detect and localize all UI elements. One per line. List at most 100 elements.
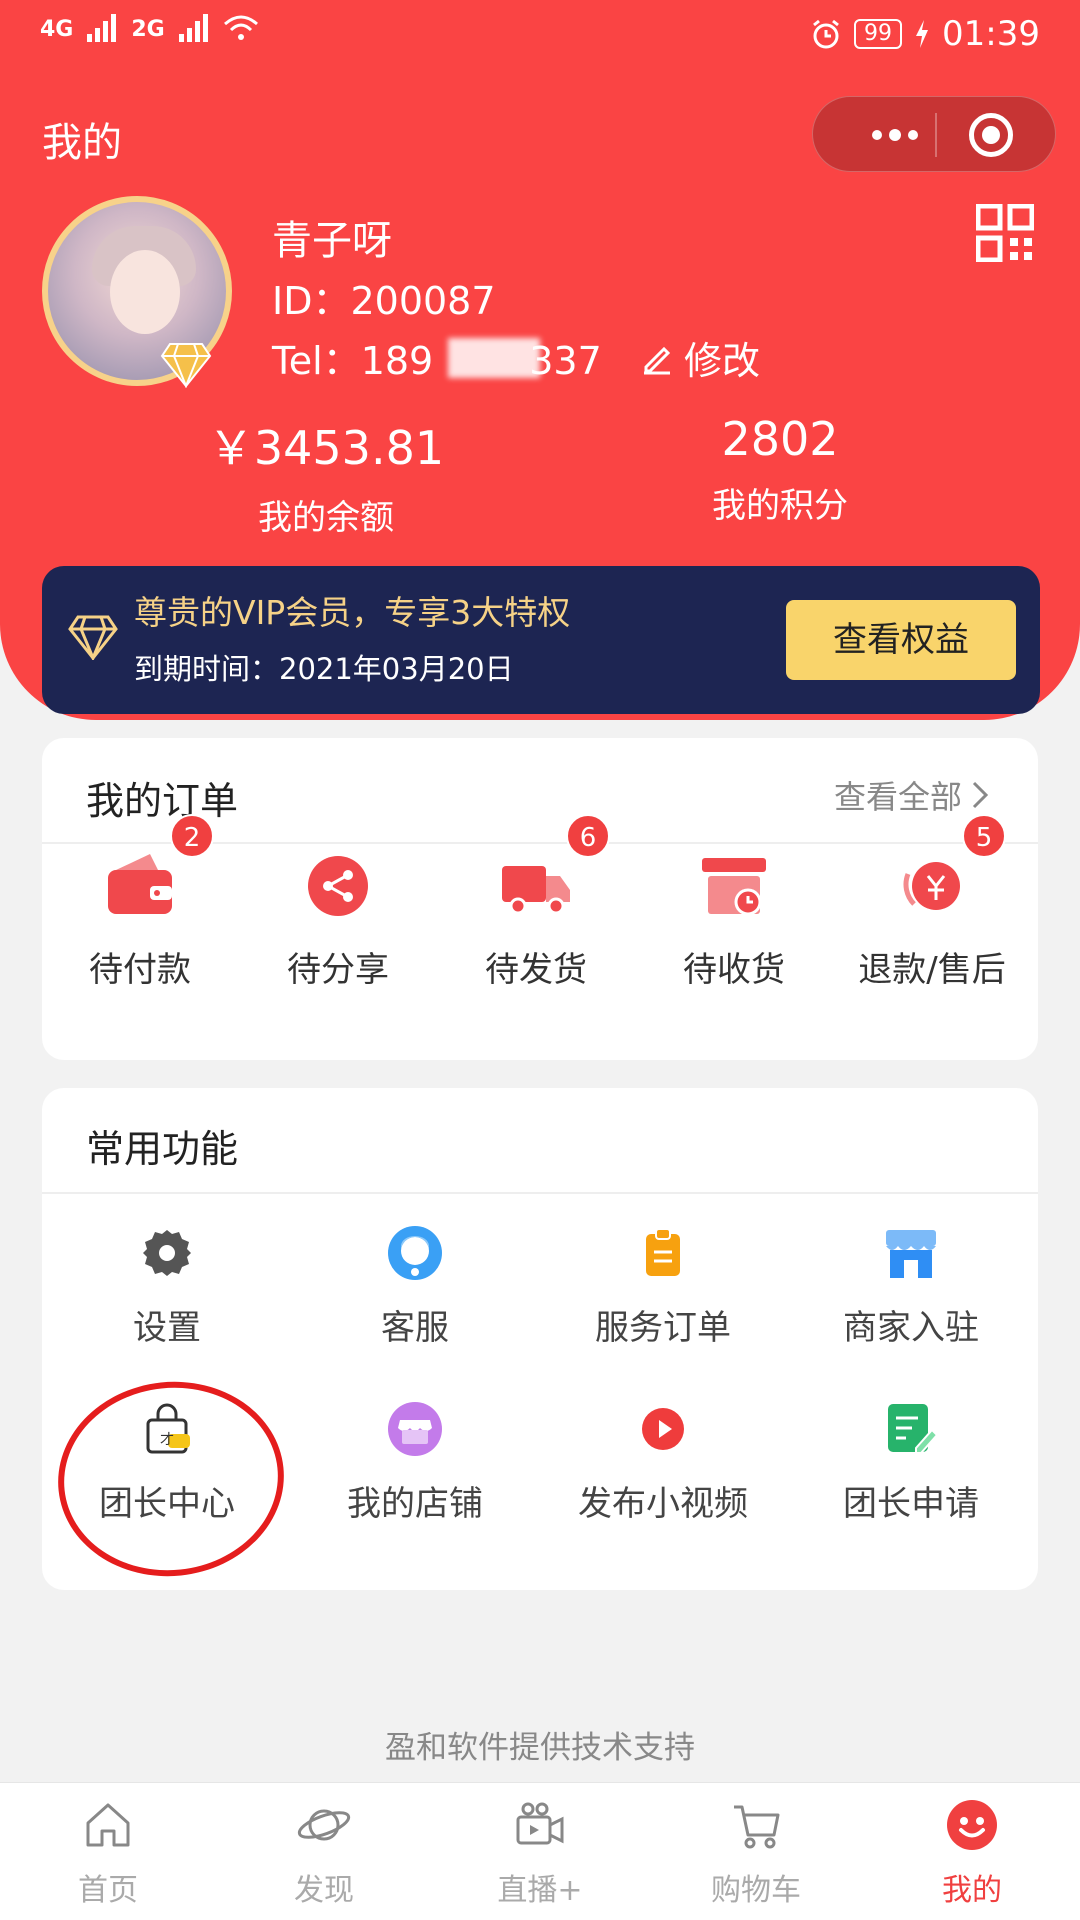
planet-icon	[297, 1809, 351, 1841]
pencil-icon	[644, 346, 671, 374]
profile-header: 4G 2G 99 01:39 我的 青子呀 ID：200087 Tel：189 3…	[0, 0, 1080, 720]
order-pending-shipment[interactable]: 6 待发货	[438, 814, 634, 991]
balance-stat[interactable]: ￥3453.81 我的余额	[96, 412, 556, 539]
tab-cart[interactable]: 购物车	[648, 1797, 864, 1909]
diamond-icon	[68, 615, 118, 660]
fn-label: 我的店铺	[347, 1484, 483, 1524]
wifi-icon	[223, 15, 258, 40]
gear-icon	[143, 1230, 191, 1276]
edit-profile-button[interactable]: 修改	[640, 330, 760, 385]
edit-label: 修改	[684, 339, 761, 383]
charging-icon	[916, 20, 929, 48]
clipboard-icon	[646, 1228, 680, 1276]
fn-merchant-join[interactable]: 商家入驻	[788, 1224, 1034, 1349]
fn-label: 发布小视频	[578, 1484, 748, 1524]
fn-customer-service[interactable]: 客服	[292, 1224, 538, 1349]
points-stat[interactable]: 2802 我的积分	[550, 412, 1010, 527]
balance-value: ￥3453.81	[207, 421, 445, 475]
tab-label: 发现	[294, 1873, 354, 1908]
smiley-icon	[947, 1800, 997, 1850]
store-icon	[886, 1230, 936, 1278]
capsule-divider	[935, 113, 937, 157]
fn-label: 商家入驻	[843, 1308, 979, 1348]
wallet-icon	[108, 854, 172, 914]
more-icon[interactable]	[871, 129, 919, 141]
see-all-label: 查看全部	[833, 778, 962, 816]
order-pending-share[interactable]: 待分享	[240, 848, 436, 991]
cart-icon	[734, 1805, 780, 1849]
tab-label: 直播+	[497, 1873, 583, 1908]
fn-label: 团长申请	[843, 1484, 979, 1524]
page-title: 我的	[42, 120, 122, 166]
tab-mine[interactable]: 我的	[864, 1797, 1080, 1909]
qr-code-icon[interactable]	[976, 204, 1034, 262]
vip-expiry: 到期时间：2021年03月20日	[134, 652, 514, 686]
fn-leader-apply[interactable]: 团长申请	[788, 1400, 1034, 1525]
share-icon	[308, 856, 368, 916]
tab-live[interactable]: 直播+	[432, 1797, 648, 1909]
tab-label: 首页	[78, 1873, 138, 1908]
fn-service-orders[interactable]: 服务订单	[540, 1224, 786, 1349]
fn-label: 客服	[381, 1308, 449, 1348]
vip-diamond-badge-icon	[160, 343, 212, 388]
order-label: 待发货	[485, 950, 587, 990]
tech-support-note: 盈和软件提供技术支持	[385, 1730, 695, 1766]
tel-prefix: Tel：189	[272, 339, 434, 383]
functions-title: 常用功能	[86, 1127, 239, 1171]
tel-redaction	[448, 338, 540, 378]
view-benefits-button[interactable]: 查看权益	[786, 600, 1016, 680]
clock: 01:39	[942, 14, 1040, 54]
signal-bars-icon	[178, 14, 208, 42]
battery-indicator: 99	[854, 19, 903, 49]
orders-card: 我的订单 查看全部 2 待付款 待分享 6 待发货 待收货 5 退款/售后	[42, 738, 1038, 1060]
order-badge: 6	[566, 814, 610, 858]
order-badge: 5	[962, 814, 1006, 858]
order-label: 退款/售后	[858, 950, 1006, 990]
refund-icon	[903, 862, 960, 910]
order-refund[interactable]: 5 退款/售后	[834, 814, 1030, 991]
tab-label: 购物车	[711, 1873, 801, 1908]
fn-label: 服务订单	[595, 1308, 731, 1348]
tab-discover[interactable]: 发现	[216, 1797, 432, 1909]
order-badge: 2	[170, 814, 214, 858]
close-target-icon[interactable]	[969, 113, 1013, 157]
vip-banner: 尊贵的VIP会员，专享3大特权 到期时间：2021年03月20日 查看权益	[42, 566, 1040, 714]
fn-label: 设置	[133, 1308, 201, 1348]
vip-title: 尊贵的VIP会员，专享3大特权	[134, 593, 571, 632]
see-all-orders-link[interactable]: 查看全部	[834, 772, 990, 818]
edit-form-icon	[888, 1404, 939, 1454]
balance-label: 我的余额	[258, 498, 394, 538]
tab-home[interactable]: 首页	[0, 1797, 216, 1909]
fn-settings[interactable]: 设置	[44, 1224, 290, 1349]
tab-label: 我的	[942, 1873, 1002, 1908]
status-bar: 4G 2G 99 01:39	[0, 0, 1080, 72]
shop-icon	[388, 1402, 442, 1456]
orders-title: 我的订单	[86, 779, 239, 823]
play-icon	[642, 1408, 684, 1450]
avatar-face	[110, 250, 180, 334]
order-label: 待付款	[89, 950, 191, 990]
order-pending-receipt[interactable]: 待收货	[636, 848, 832, 991]
signal-4g-label: 4G	[40, 17, 74, 42]
chevron-right-icon	[972, 781, 989, 809]
signal-bars-icon	[87, 14, 117, 42]
customer-service-icon	[388, 1226, 442, 1280]
order-label: 待收货	[683, 950, 785, 990]
functions-divider	[42, 1192, 1038, 1194]
tel-suffix: 337	[529, 339, 602, 383]
truck-icon	[502, 866, 570, 915]
alarm-icon	[813, 19, 839, 49]
home-icon	[86, 1803, 130, 1847]
miniprogram-capsule	[812, 96, 1056, 172]
user-name: 青子呀	[272, 218, 392, 264]
video-camera-icon	[516, 1802, 564, 1845]
signal-2g-label: 2G	[131, 17, 165, 42]
bottom-tab-bar: 首页 发现 直播+ 购物车 我的	[0, 1782, 1080, 1920]
fn-my-shop[interactable]: 我的店铺	[292, 1400, 538, 1525]
points-value: 2802	[721, 412, 839, 466]
order-pending-payment[interactable]: 2 待付款	[42, 814, 238, 991]
user-id: ID：200087	[272, 279, 496, 323]
order-label: 待分享	[287, 950, 389, 990]
fn-publish-video[interactable]: 发布小视频	[540, 1400, 786, 1525]
user-tel: Tel：189 337	[272, 330, 602, 385]
